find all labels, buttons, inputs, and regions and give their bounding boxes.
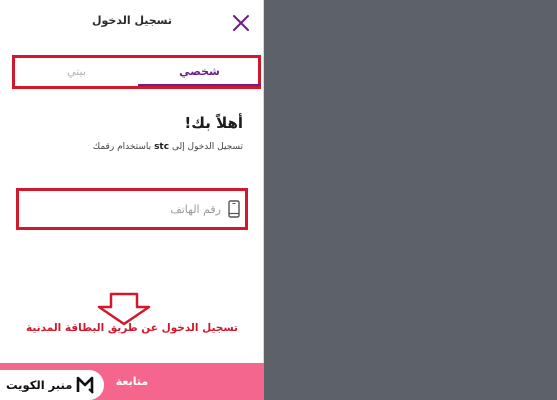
arrow-down-icon xyxy=(97,292,151,326)
login-subtitle: تسجيل الدخول إلى stc باستخدام رقمك xyxy=(93,142,243,152)
account-type-tabs: بيتي شخصي xyxy=(12,55,261,89)
tab-home[interactable]: بيتي xyxy=(15,58,138,86)
active-tab-indicator xyxy=(138,84,261,86)
phone-icon xyxy=(228,200,240,218)
page-title: تسجيل الدخول xyxy=(91,14,172,27)
tab-personal[interactable]: شخصي xyxy=(138,58,261,86)
brand-name: stc xyxy=(154,142,170,152)
subtitle-after: باستخدام رقمك xyxy=(92,142,152,152)
watermark-text: منبر الكويت xyxy=(6,378,73,392)
phone-field xyxy=(16,188,248,230)
civil-id-login-link[interactable]: تسجيل الدخول عن طريق البطاقة المدنية xyxy=(0,322,264,334)
phone-input[interactable] xyxy=(27,197,221,221)
watermark: منبر الكويت xyxy=(0,370,104,400)
subtitle-before: تسجيل الدخول إلى xyxy=(171,142,243,152)
close-button[interactable] xyxy=(228,10,254,36)
watermark-logo-icon xyxy=(77,376,95,394)
login-panel: تسجيل الدخول بيتي شخصي أهلاً بك! تسجيل ا… xyxy=(0,0,264,400)
welcome-heading: أهلاً بك! xyxy=(184,114,243,132)
close-icon xyxy=(233,15,249,31)
